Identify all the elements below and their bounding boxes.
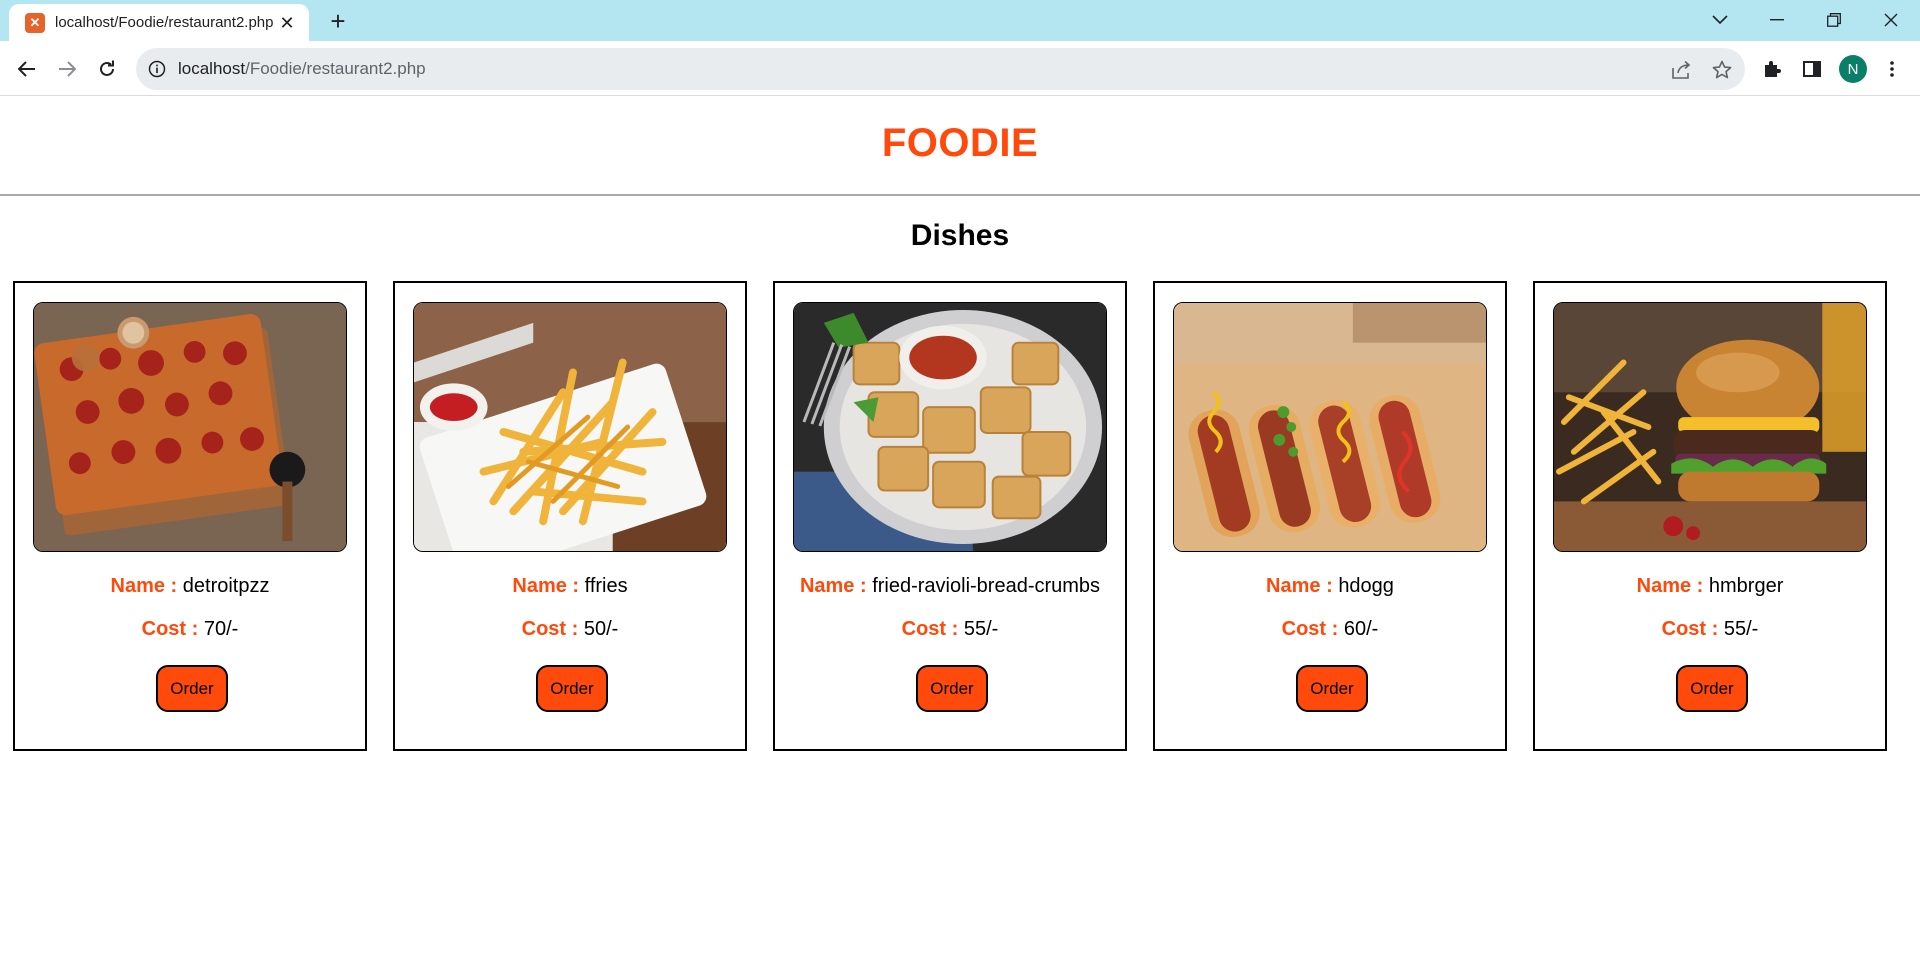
dish-card: Name : hdogg Cost : 60/- Order: [1153, 281, 1507, 751]
new-tab-button[interactable]: +: [324, 8, 352, 36]
dish-cost-value: 50/-: [583, 618, 619, 640]
dish-name-value: detroitpzz: [182, 575, 270, 597]
minimize-button[interactable]: [1757, 6, 1797, 34]
dish-cost-value: 55/-: [963, 618, 999, 640]
xampp-favicon-icon: ✕: [25, 12, 45, 33]
tab-strip: ✕ localhost/Foodie/restaurant2.php ✕ +: [0, 0, 1920, 41]
page-content: FOODIE Dishes Name: detroitpzz Cost: 7…: [0, 97, 1920, 978]
dish-name: Name : hdogg: [1155, 575, 1505, 598]
browser-toolbar: localhost/Foodie/restaurant2.php: [0, 41, 1920, 96]
extensions-puzzle-icon[interactable]: [1759, 56, 1785, 82]
dish-cost-value: 70/-: [203, 618, 239, 640]
dish-name: Name : detroitpzz: [15, 575, 365, 598]
dish-list: Name : detroitpzz Cost : 70/- Order Name…: [13, 281, 1893, 751]
url-host: localhost: [178, 59, 246, 78]
forward-button[interactable]: [51, 53, 83, 85]
dish-cost: Cost : 70/-: [15, 618, 365, 641]
cost-label: Cost :: [901, 618, 959, 640]
side-panel-icon[interactable]: [1799, 56, 1825, 82]
hotdog-image: [1173, 302, 1487, 552]
dish-card: Name : detroitpzz Cost : 70/- Order: [13, 281, 367, 751]
pizza-image: [33, 302, 347, 552]
cost-label: Cost :: [1661, 618, 1719, 640]
dish-name: Name : ffries: [395, 575, 745, 598]
dish-cost-value: 55/-: [1723, 618, 1759, 640]
dish-cost-value: 60/-: [1343, 618, 1379, 640]
dish-name: Name : hmbrger: [1535, 575, 1885, 598]
name-label: Name :: [1266, 575, 1333, 597]
dishes-heading: Dishes: [910, 219, 1010, 252]
dish-card: Name : ffries Cost : 50/- Order: [393, 281, 747, 751]
dish-cost: Cost : 50/-: [395, 618, 745, 641]
dish-name-value: fried-ravioli-bread-crumbs: [872, 575, 1101, 597]
order-button[interactable]: Order: [536, 665, 608, 712]
dish-cost: Cost : 55/-: [775, 618, 1125, 641]
close-tab-icon[interactable]: ✕: [277, 13, 297, 33]
dish-card: Name : hmbrger Cost : 55/- Order: [1533, 281, 1887, 751]
dish-name: Name : fried-ravioli-bread-crumbs: [775, 575, 1125, 598]
reload-button[interactable]: [91, 53, 123, 85]
fries-image: [413, 302, 727, 552]
cost-label: Cost :: [1281, 618, 1339, 640]
dish-name-value: ffries: [584, 575, 628, 597]
tab-title: localhost/Foodie/restaurant2.php: [55, 14, 273, 31]
burger-image: [1553, 302, 1867, 552]
dish-name-value: hdogg: [1338, 575, 1394, 597]
bookmark-star-icon[interactable]: [1711, 59, 1733, 81]
url-text[interactable]: localhost/Foodie/restaurant2.php: [178, 48, 426, 90]
cost-label: Cost :: [521, 618, 579, 640]
dish-cost: Cost : 55/-: [1535, 618, 1885, 641]
url-path: /Foodie/restaurant2.php: [245, 59, 426, 78]
name-label: Name :: [1636, 575, 1704, 597]
order-button[interactable]: Order: [1676, 665, 1748, 712]
menu-kebab-icon[interactable]: [1879, 56, 1905, 82]
browser-tab[interactable]: ✕ localhost/Foodie/restaurant2.php ✕: [9, 4, 309, 41]
tab-search-chevron-icon[interactable]: [1700, 6, 1740, 34]
brand-title: FOODIE: [881, 121, 1039, 165]
dish-cost: Cost : 60/-: [1155, 618, 1505, 641]
close-window-button[interactable]: [1871, 6, 1911, 34]
name-label: Name :: [799, 575, 867, 597]
name-label: Name :: [512, 575, 580, 597]
name-label: Name :: [110, 575, 178, 597]
dish-name-value: hmbrger: [1708, 575, 1784, 597]
share-icon[interactable]: [1671, 59, 1693, 81]
dish-card: Name : fried-ravioli-bread-crumbs Cost :…: [773, 281, 1127, 751]
order-button[interactable]: Order: [916, 665, 988, 712]
header-divider: [0, 194, 1920, 196]
cost-label: Cost :: [141, 618, 199, 640]
restore-button[interactable]: [1814, 6, 1854, 34]
back-button[interactable]: [11, 53, 43, 85]
ravioli-image: [793, 302, 1107, 552]
order-button[interactable]: Order: [156, 665, 228, 712]
site-info-icon[interactable]: [148, 60, 166, 78]
order-button[interactable]: Order: [1296, 665, 1368, 712]
profile-avatar[interactable]: N: [1839, 55, 1867, 83]
address-bar[interactable]: localhost/Foodie/restaurant2.php: [136, 48, 1745, 90]
